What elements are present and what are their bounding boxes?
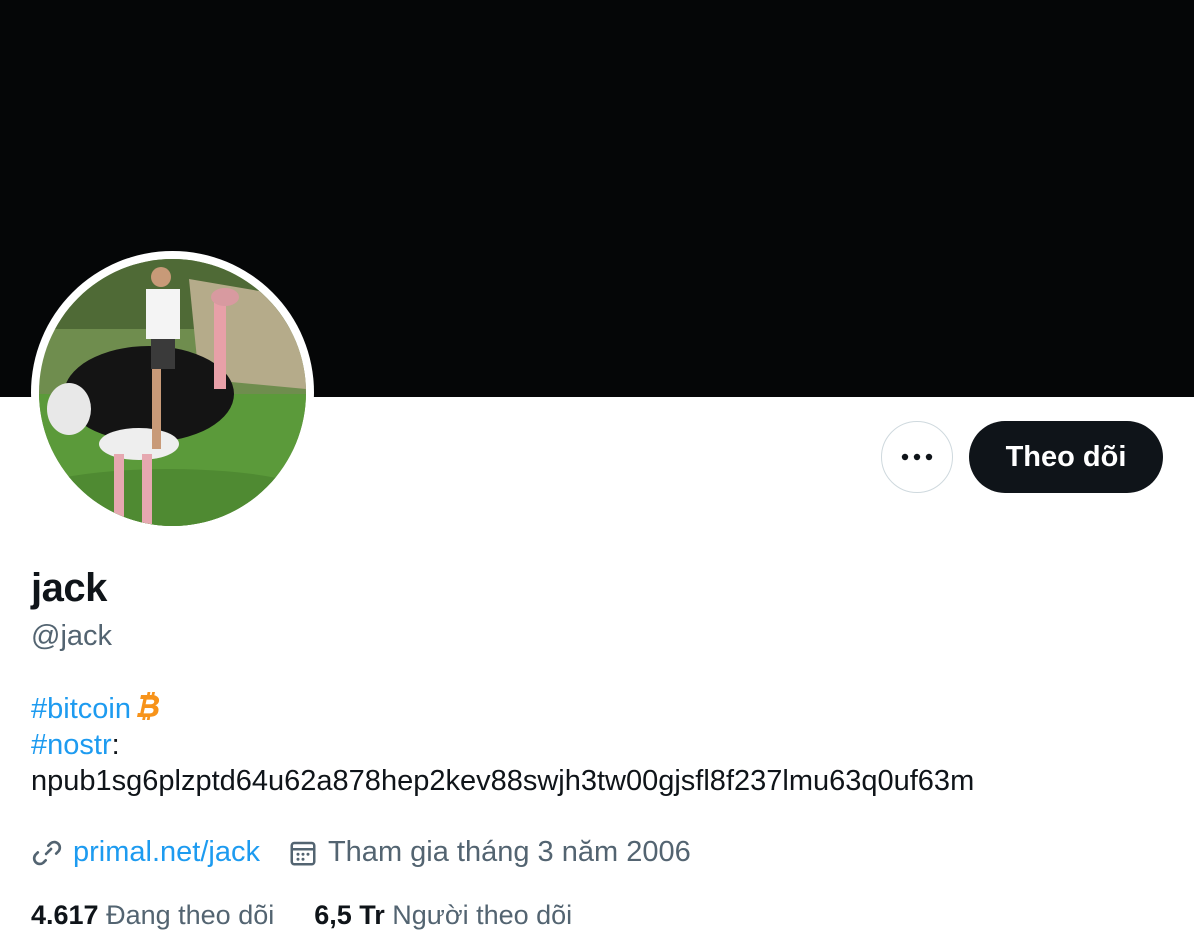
link-icon [32, 840, 62, 865]
bio-npub: npub1sg6plzptd64u62a878hep2kev88swjh3tw0… [31, 765, 975, 797]
more-icon [901, 453, 933, 461]
profile-stats: 4.617 Đang theo dõi 6,5 Tr Người theo dõ… [31, 900, 572, 931]
following-stat[interactable]: 4.617 Đang theo dõi [31, 900, 274, 931]
bio-separator: : [111, 729, 120, 761]
profile-name: jack [31, 566, 107, 610]
website-link[interactable]: primal.net/jack [73, 836, 260, 869]
join-date: Tham gia tháng 3 năm 2006 [327, 836, 691, 868]
hashtag-bitcoin-link[interactable]: #bitcoin [31, 693, 131, 725]
bitcoin-icon [136, 692, 160, 720]
profile-meta: primal.net/jack Tham gia tháng 3 năm 200… [31, 836, 691, 869]
followers-label: Người theo dõi [392, 900, 573, 930]
avatar-image [39, 259, 306, 526]
follow-button[interactable]: Theo dõi [969, 421, 1163, 493]
profile-bio: #bitcoin #nostr: npub1sg6plzptd64u62a878… [31, 691, 974, 799]
more-options-button[interactable] [881, 421, 953, 493]
avatar[interactable] [31, 251, 314, 534]
followers-stat[interactable]: 6,5 Tr Người theo dõi [314, 900, 572, 931]
followers-count: 6,5 Tr [314, 900, 385, 930]
hashtag-nostr-link[interactable]: #nostr [31, 729, 112, 761]
following-label: Đang theo dõi [106, 900, 275, 930]
calendar-icon [290, 841, 316, 865]
profile-handle: @jack [31, 620, 113, 652]
following-count: 4.617 [31, 900, 99, 930]
